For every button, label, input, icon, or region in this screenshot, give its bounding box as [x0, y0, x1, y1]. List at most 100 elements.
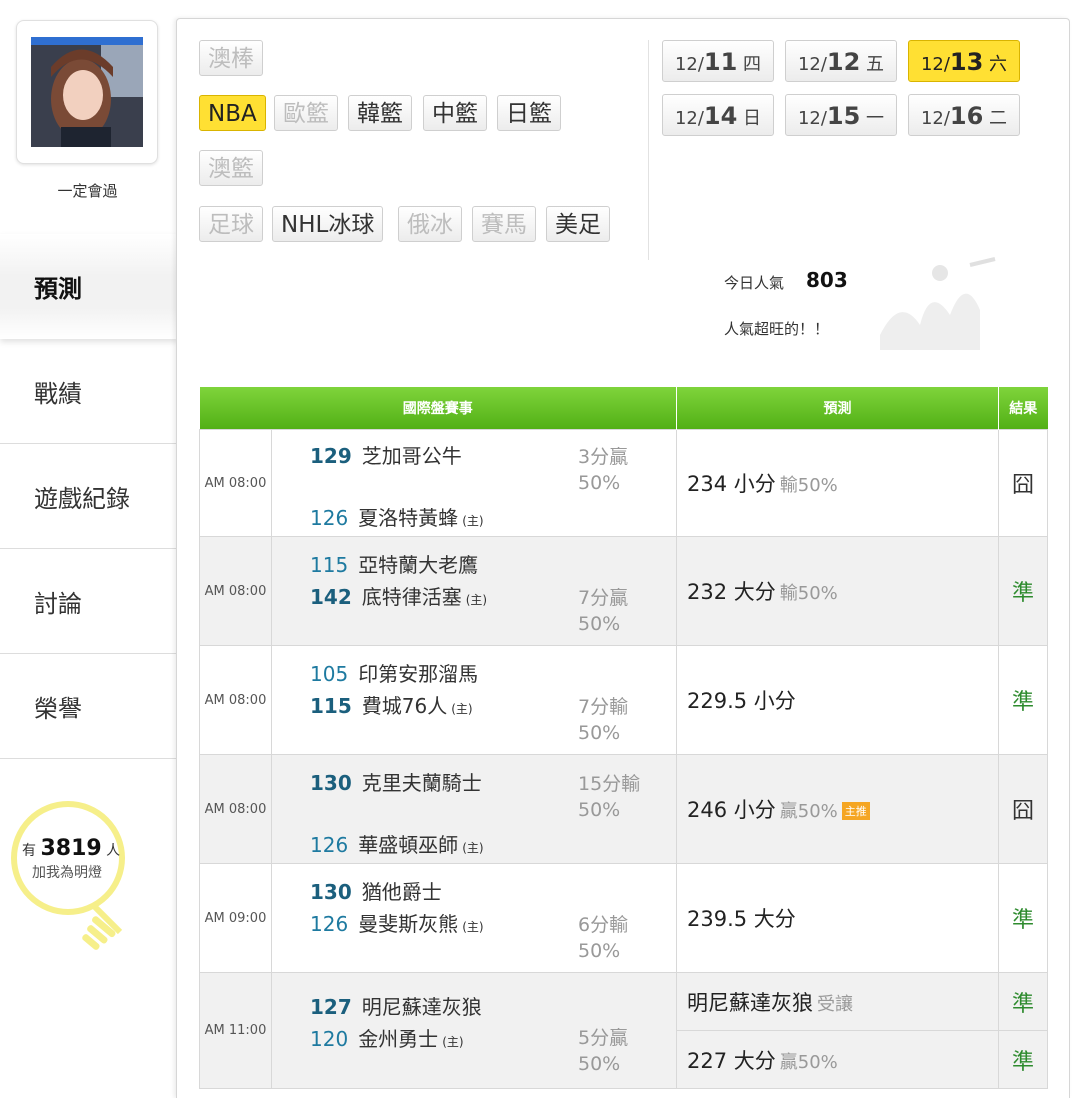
handicap: 7分輸 50% [578, 694, 628, 746]
game-teams[interactable]: 115 亞特蘭大老鷹 142 底特律活塞 (主) 7分贏 50% [271, 536, 677, 646]
game-time: AM 08:00 [199, 429, 272, 537]
date-weekday: 一 [866, 108, 885, 129]
home-score: 142 [310, 585, 352, 609]
prediction-text: 明尼蘇達灰狼 [687, 990, 813, 1015]
popularity-value: 803 [806, 268, 848, 292]
home-name: 曼斐斯灰熊 [358, 912, 459, 936]
home-score: 115 [310, 694, 352, 718]
sport-chip-nhl[interactable]: NHL冰球 [272, 206, 384, 242]
home-marker: (主) [465, 593, 488, 607]
date-weekday: 四 [743, 54, 762, 75]
date-button-1212[interactable]: 12/12 五 [785, 40, 897, 82]
result-cell: 囧 [998, 429, 1048, 537]
avatar[interactable] [31, 37, 143, 147]
away-score: 130 [310, 880, 352, 904]
username: 一定會過 [57, 182, 118, 200]
home-team: 126 華盛頓巫師 (主) [310, 829, 484, 858]
sport-chip-aus-baseball[interactable]: 澳棒 [199, 40, 263, 76]
date-button-1211[interactable]: 12/11 四 [662, 40, 774, 82]
game-time: AM 08:00 [199, 645, 272, 755]
prediction-cell: 234 小分 輸50% [676, 429, 999, 537]
away-name: 猶他爵士 [361, 880, 442, 904]
sport-chip-euro-basketball[interactable]: 歐籃 [274, 95, 338, 131]
game-time: AM 09:00 [199, 863, 272, 973]
home-score: 126 [310, 912, 349, 936]
away-name: 克里夫蘭騎士 [361, 771, 482, 795]
prediction-cell: 239.5 大分 [676, 863, 999, 973]
handicap-odds: 50% [578, 472, 621, 494]
table-row: AM 08:00 130 克里夫蘭騎士 126 華盛頓巫師 (主) 15分輸 50% 2… [199, 754, 1048, 864]
home-name: 底特律活塞 [361, 585, 462, 609]
sport-chip-jp-basketball[interactable]: 日籃 [497, 95, 561, 131]
home-score: 126 [310, 506, 349, 530]
nav-item-honor[interactable]: 榮譽 [0, 654, 178, 759]
home-name: 夏洛特黃蜂 [358, 506, 459, 530]
result-cell: 準 [998, 1030, 1048, 1089]
sport-chip-nba[interactable]: NBA [199, 95, 266, 131]
nav-item-discussion[interactable]: 討論 [0, 549, 178, 654]
sport-chip-american-football[interactable]: 美足 [546, 206, 610, 242]
popularity-note: 人氣超旺的！！ [724, 320, 830, 338]
nav-item-prediction[interactable]: 預測 [0, 234, 178, 339]
date-day: 15 [826, 102, 861, 130]
home-marker: (主) [462, 920, 484, 934]
away-team: 130 猶他爵士 [310, 876, 442, 905]
game-teams[interactable]: 129 芝加哥公牛 126 夏洛特黃蜂 (主) 3分贏 50% [271, 429, 677, 537]
handicap-odds: 50% [578, 940, 621, 962]
game-teams[interactable]: 105 印第安那溜馬 115 費城76人 (主) 7分輸 50% [271, 645, 677, 755]
date-md: 12/ [920, 54, 950, 75]
game-teams[interactable]: 130 克里夫蘭騎士 126 華盛頓巫師 (主) 15分輸 50% [271, 754, 677, 864]
home-name: 費城76人 [361, 694, 448, 718]
date-button-1216[interactable]: 12/16 二 [908, 94, 1020, 136]
sport-chip-aus-basketball[interactable]: 澳籃 [199, 150, 263, 186]
fans-lightbulb[interactable]: 有 3819 人 加我為明燈 [10, 800, 140, 960]
handicap-line: 3分贏 [578, 446, 629, 468]
sport-chip-soccer[interactable]: 足球 [199, 206, 263, 242]
date-md: 12/ [797, 108, 827, 129]
date-md: 12/ [674, 54, 704, 75]
handicap-odds: 50% [578, 799, 621, 821]
fans-count: 3819 [40, 836, 102, 861]
handicap-line: 7分輸 [578, 696, 629, 718]
prediction-text: 232 大分 [687, 580, 776, 604]
home-marker: (主) [462, 841, 484, 855]
home-team: 120 金州勇士 (主) [310, 1023, 464, 1052]
divider [648, 40, 649, 260]
featured-badge: 主推 [841, 802, 870, 820]
handicap-odds: 50% [578, 613, 621, 635]
away-name: 印第安那溜馬 [358, 662, 479, 686]
table-header-row: 國際盤賽事 預測 結果 [199, 387, 1048, 430]
handicap-line: 7分贏 [578, 587, 629, 609]
away-team: 130 克里夫蘭騎士 [310, 767, 482, 796]
nav-item-record[interactable]: 戰績 [0, 339, 178, 444]
date-button-1214[interactable]: 12/14 日 [662, 94, 774, 136]
sport-chip-horse-racing[interactable]: 賽馬 [472, 206, 536, 242]
sport-chip-khl[interactable]: 俄冰 [398, 206, 462, 242]
game-teams[interactable]: 130 猶他爵士 126 曼斐斯灰熊 (主) 6分輸 50% [271, 863, 677, 973]
home-team: 142 底特律活塞 (主) [310, 581, 487, 610]
prediction-text: 246 小分 [687, 798, 776, 822]
date-button-1213[interactable]: 12/13 六 [908, 40, 1020, 82]
result-cell: 囧 [998, 754, 1048, 864]
home-marker: (主) [462, 514, 484, 528]
avatar-card[interactable] [16, 20, 158, 164]
nav-item-game-log[interactable]: 遊戲紀錄 [0, 444, 178, 549]
away-score: 105 [310, 662, 349, 686]
game-time: AM 08:00 [199, 754, 272, 864]
sidebar-nav: 預測 戰績 遊戲紀錄 討論 榮譽 [0, 234, 178, 759]
game-teams[interactable]: 127 明尼蘇達灰狼 120 金州勇士 (主) 5分贏 50% [271, 972, 677, 1089]
table-row: AM 11:00 127 明尼蘇達灰狼 120 金州勇士 (主) 5分贏 50% 明尼蘇… [199, 972, 1048, 1089]
away-score: 115 [310, 553, 349, 577]
sport-chip-cn-basketball[interactable]: 中籃 [423, 95, 487, 131]
handicap-line: 5分贏 [578, 1027, 629, 1049]
date-button-1215[interactable]: 12/15 一 [785, 94, 897, 136]
result-cell: 準 [998, 645, 1048, 755]
handicap: 15分輸 50% [578, 771, 640, 823]
fans-count-line: 有 3819 人 [22, 836, 120, 861]
sport-chip-kor-basketball[interactable]: 韓籃 [348, 95, 412, 131]
result-cell: 準 [998, 863, 1048, 973]
date-weekday: 五 [866, 54, 885, 75]
header-event: 國際盤賽事 [199, 387, 677, 430]
date-day: 16 [949, 102, 984, 130]
prediction-text: 229.5 小分 [687, 689, 796, 713]
